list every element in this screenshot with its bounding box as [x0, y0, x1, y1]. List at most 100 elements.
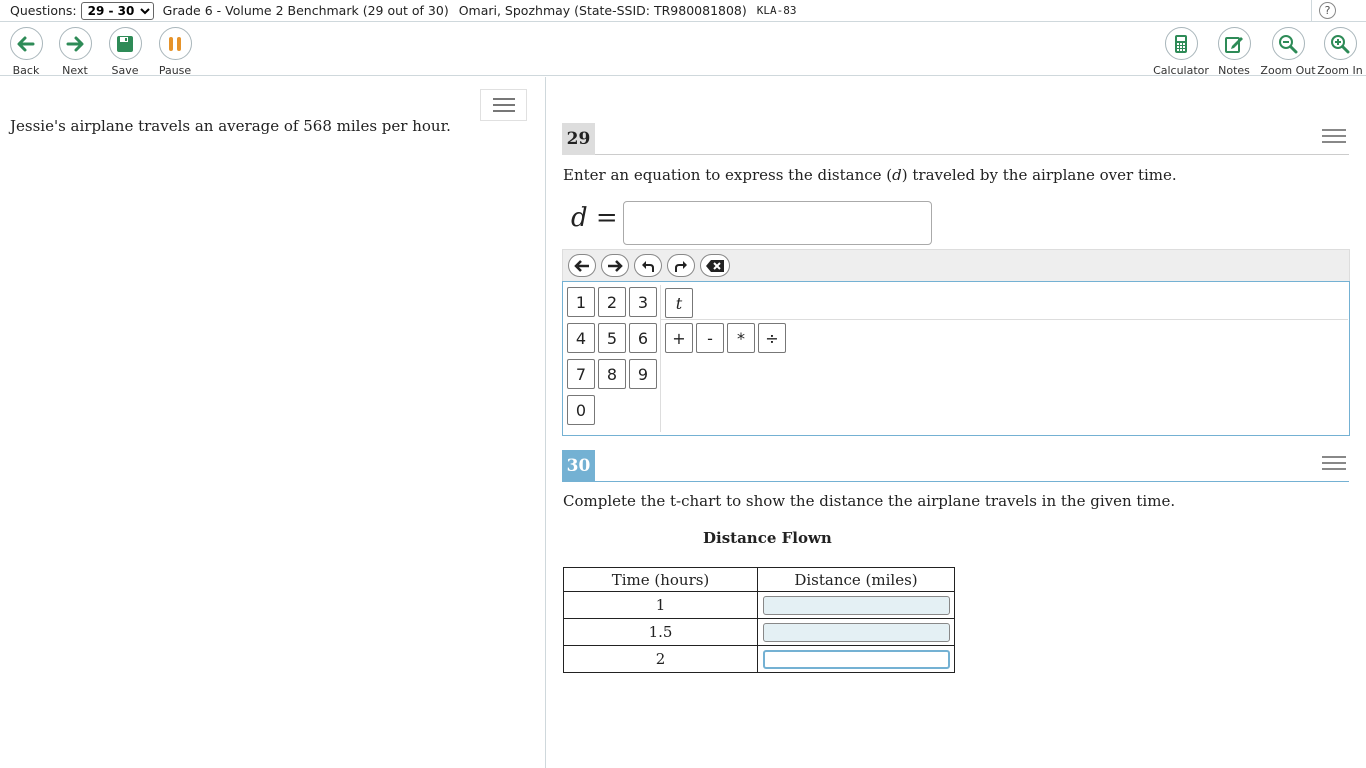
hamburger-icon: [1322, 462, 1346, 464]
hamburger-icon: [1322, 456, 1346, 458]
zoom-in-icon: [1323, 27, 1357, 60]
question-30-number: 30: [562, 450, 595, 482]
key-divide[interactable]: ÷: [758, 323, 786, 353]
key-6[interactable]: 6: [629, 323, 657, 353]
key-t[interactable]: t: [665, 288, 693, 318]
zoom-out-button[interactable]: Zoom Out: [1260, 27, 1316, 77]
key-1[interactable]: 1: [567, 287, 595, 317]
notes-label: Notes: [1218, 64, 1250, 77]
arrow-right-icon: [608, 259, 623, 272]
hamburger-icon: [492, 104, 515, 106]
next-button[interactable]: Next: [49, 27, 101, 77]
cursor-right-button[interactable]: [601, 254, 629, 277]
hamburger-icon: [1322, 468, 1346, 470]
distance-cell: [757, 591, 955, 619]
hamburger-icon: [1322, 135, 1346, 137]
redo-button[interactable]: [667, 254, 695, 277]
save-icon: [108, 27, 142, 60]
equation-lhs: d =: [571, 203, 618, 233]
distance-cell: [757, 618, 955, 646]
key-0[interactable]: 0: [567, 395, 595, 425]
save-button[interactable]: Save: [99, 27, 151, 77]
zoom-in-button[interactable]: Zoom In: [1314, 27, 1366, 77]
test-title: Grade 6 - Volume 2 Benchmark (29 out of …: [162, 3, 449, 18]
key-plus[interactable]: +: [665, 323, 693, 353]
passage-menu-button[interactable]: [480, 89, 527, 121]
table-row: 1: [563, 591, 955, 619]
backspace-icon: [706, 259, 724, 272]
undo-button[interactable]: [634, 254, 662, 277]
notes-button[interactable]: Notes: [1208, 27, 1260, 77]
key-2[interactable]: 2: [598, 287, 626, 317]
next-label: Next: [62, 64, 88, 77]
prompt-variable: d: [892, 166, 902, 184]
calculator-icon: [1164, 27, 1198, 60]
table-row: 2: [563, 645, 955, 673]
distance-cell: [757, 645, 955, 673]
key-5[interactable]: 5: [598, 323, 626, 353]
key-8[interactable]: 8: [598, 359, 626, 389]
question-29-menu-button[interactable]: [1322, 129, 1346, 143]
pause-button[interactable]: Pause: [149, 27, 201, 77]
equation-input[interactable]: [623, 201, 932, 245]
redo-icon: [675, 260, 687, 272]
help-button[interactable]: ?: [1319, 2, 1336, 19]
back-button[interactable]: Back: [0, 27, 52, 77]
info-bar: Questions: 29 - 30 Grade 6 - Volume 2 Be…: [0, 0, 1366, 22]
questions-pane: 29 Enter an equation to express the dist…: [547, 77, 1366, 768]
table-row: 1.5: [563, 618, 955, 646]
prompt-text: Enter an equation to express the distanc…: [563, 166, 893, 184]
passage-text: Jessie's airplane travels an average of …: [10, 117, 451, 135]
calculator-label: Calculator: [1153, 64, 1209, 77]
distance-input[interactable]: [762, 622, 950, 642]
cursor-left-button[interactable]: [568, 254, 596, 277]
question-30-menu-button[interactable]: [1322, 456, 1346, 470]
help-divider: [1311, 0, 1312, 22]
back-label: Back: [12, 64, 40, 77]
key-3[interactable]: 3: [629, 287, 657, 317]
zoom-in-label: Zoom In: [1317, 64, 1363, 77]
table-header-row: Time (hours) Distance (miles): [563, 567, 955, 592]
keypad-divider: [660, 285, 661, 432]
delete-button[interactable]: [700, 254, 730, 277]
time-cell: 2: [563, 645, 758, 673]
hamburger-icon: [1322, 129, 1346, 131]
questions-label: Questions:: [10, 3, 77, 18]
hamburger-icon: [492, 110, 515, 112]
distance-input[interactable]: [762, 649, 950, 669]
back-icon: [9, 27, 43, 60]
undo-icon: [642, 260, 654, 272]
test-code: KLA-83: [756, 4, 797, 17]
key-7[interactable]: 7: [567, 359, 595, 389]
distance-input[interactable]: [762, 595, 950, 615]
question-30-prompt: Complete the t-chart to show the distanc…: [563, 492, 1176, 510]
key-minus[interactable]: -: [696, 323, 724, 353]
column-header-distance: Distance (miles): [757, 567, 955, 592]
toolbar: Back Next Save Pause Calculator Notes Zo…: [0, 22, 1366, 77]
key-times[interactable]: *: [727, 323, 755, 353]
column-header-time: Time (hours): [563, 567, 758, 592]
key-9[interactable]: 9: [629, 359, 657, 389]
hamburger-icon: [492, 98, 515, 100]
pause-label: Pause: [158, 64, 192, 77]
time-cell: 1: [563, 591, 758, 619]
time-cell: 1.5: [563, 618, 758, 646]
zoom-out-icon: [1271, 27, 1305, 60]
keypad-row-divider: [661, 319, 1348, 320]
next-icon: [58, 27, 92, 60]
notes-icon: [1217, 27, 1251, 60]
arrow-left-icon: [574, 259, 589, 272]
student-name: Omari, Spozhmay (State-SSID: TR980081808…: [458, 3, 747, 18]
calculator-button[interactable]: Calculator: [1152, 27, 1210, 77]
passage-pane: Jessie's airplane travels an average of …: [0, 77, 546, 768]
question-29-header: 29: [562, 123, 1349, 155]
t-chart-title: Distance Flown: [703, 529, 832, 547]
questions-select[interactable]: 29 - 30: [80, 1, 154, 20]
equation-editor-toolbar: [562, 249, 1350, 282]
question-30-header: 30: [562, 450, 1349, 482]
question-29-prompt: Enter an equation to express the distanc…: [563, 166, 1177, 184]
pause-icon: [158, 27, 192, 60]
zoom-out-label: Zoom Out: [1260, 64, 1316, 77]
key-4[interactable]: 4: [567, 323, 595, 353]
equation-equals: =: [595, 203, 618, 233]
